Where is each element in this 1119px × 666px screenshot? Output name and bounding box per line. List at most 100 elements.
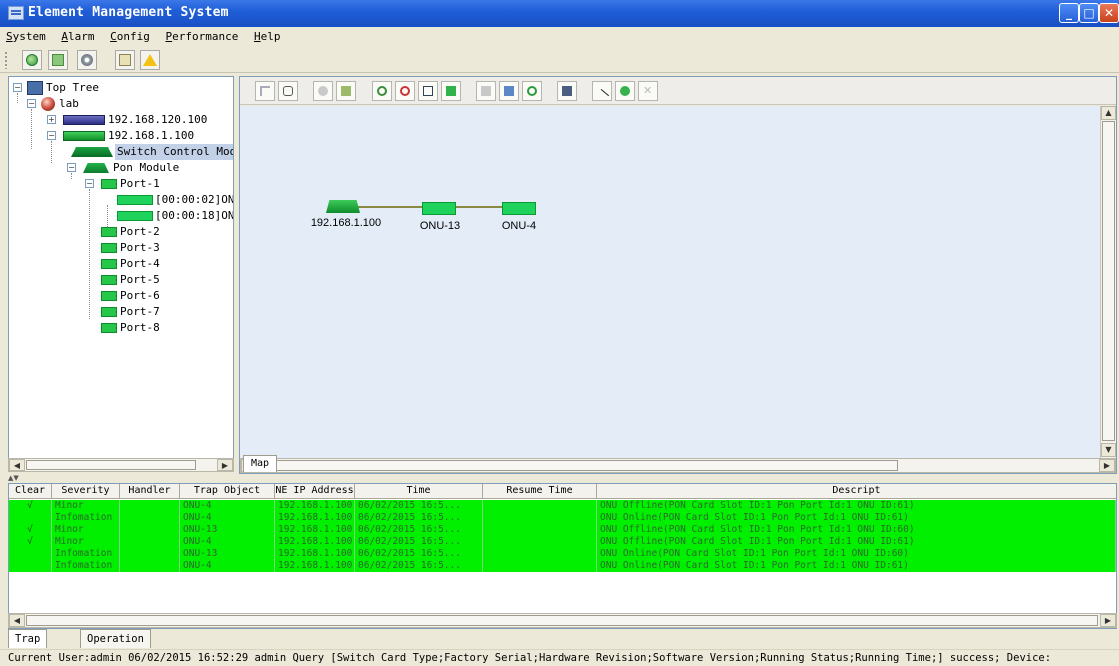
- scroll-left-icon[interactable]: ◀: [9, 459, 25, 471]
- tab-trap-log[interactable]: Trap Log: [8, 629, 48, 663]
- fit-button[interactable]: [441, 81, 461, 101]
- alarm-button[interactable]: [140, 50, 160, 70]
- port-label: Port-4: [120, 257, 160, 270]
- column-header[interactable]: Trap Object: [180, 484, 275, 499]
- table-row[interactable]: √ Minor ONU-13 192.168.1.100 06/02/2015 16:5…: [9, 524, 1116, 536]
- collapse-icon[interactable]: −: [47, 131, 56, 140]
- column-header[interactable]: NE IP Address: [275, 484, 355, 499]
- zoom-100-button[interactable]: [418, 81, 438, 101]
- pon-port-icon: [101, 259, 117, 269]
- ne-ip-cell: 192.168.1.100: [275, 524, 355, 536]
- scroll-right-icon[interactable]: ▶: [1100, 614, 1116, 627]
- maximize-button[interactable]: □: [1079, 3, 1099, 23]
- collapse-icon[interactable]: −: [67, 163, 76, 172]
- scroll-thumb[interactable]: [1102, 121, 1115, 441]
- map-vertical-scrollbar[interactable]: ▲ ▼: [1100, 106, 1116, 458]
- switch-module-icon: [71, 147, 113, 157]
- description-cell: ONU Online(PON Card Slot ID:1 Pon Port I…: [597, 512, 1116, 524]
- scroll-thumb[interactable]: [26, 460, 196, 470]
- map-node-label: ONU-4: [501, 220, 537, 232]
- port-label: Port-6: [120, 289, 160, 302]
- trap-log-table: Clear Severity Handler Trap Object NE IP…: [8, 483, 1117, 629]
- trap-object-cell: ONU-4: [180, 536, 275, 548]
- minimize-button[interactable]: _: [1059, 3, 1079, 23]
- scroll-right-icon[interactable]: ▶: [1099, 459, 1115, 472]
- performance-button[interactable]: [115, 50, 135, 70]
- menu-alarm[interactable]: Alarm: [58, 27, 97, 47]
- scroll-right-icon[interactable]: ▶: [217, 459, 233, 471]
- add-button[interactable]: [615, 81, 635, 101]
- scroll-down-icon[interactable]: ▼: [1101, 443, 1116, 457]
- grid-icon: [341, 86, 351, 96]
- log-horizontal-scrollbar[interactable]: ◀ ▶: [8, 613, 1117, 628]
- zoom-in-button[interactable]: [372, 81, 392, 101]
- column-header[interactable]: Handler: [120, 484, 180, 499]
- topology-button[interactable]: [48, 50, 68, 70]
- trap-object-cell: ONU-4: [180, 500, 275, 512]
- tag-button[interactable]: [476, 81, 496, 101]
- severity-cell: Infomation: [52, 512, 120, 524]
- severity-cell: Infomation: [52, 548, 120, 560]
- scroll-left-icon[interactable]: ◀: [9, 614, 25, 627]
- save-button[interactable]: [499, 81, 519, 101]
- clear-mark: [9, 560, 52, 572]
- table-row[interactable]: √ Minor ONU-4 192.168.1.100 06/02/2015 16:5.…: [9, 536, 1116, 548]
- pon-port-icon: [101, 323, 117, 333]
- zoom-out-button[interactable]: [395, 81, 415, 101]
- zoom-in-icon: [377, 86, 387, 96]
- close-button[interactable]: ✕: [1099, 3, 1119, 23]
- column-header[interactable]: Resume Time: [483, 484, 597, 499]
- tab-operation-log[interactable]: Operation log: [80, 629, 151, 663]
- globe-button[interactable]: [22, 50, 42, 70]
- pon-port-icon: [101, 275, 117, 285]
- title-bar: Element Management System _ □ ✕: [0, 0, 1119, 27]
- column-header[interactable]: Clear: [9, 484, 52, 499]
- delete-button[interactable]: ✕: [638, 81, 658, 101]
- tag-icon: [481, 86, 491, 96]
- collapse-icon[interactable]: −: [13, 83, 22, 92]
- scroll-up-icon[interactable]: ▲: [1101, 106, 1116, 120]
- ne-ip-cell: 192.168.1.100: [275, 536, 355, 548]
- description-cell: ONU Online(PON Card Slot ID:1 Pon Port I…: [597, 548, 1116, 560]
- settings-button[interactable]: [77, 50, 97, 70]
- resume-time-cell: [483, 524, 597, 536]
- tree-horizontal-scrollbar[interactable]: ◀ ▶: [8, 458, 234, 472]
- collapse-icon[interactable]: −: [85, 179, 94, 188]
- time-cell: 06/02/2015 16:5...: [355, 548, 483, 560]
- pan-button[interactable]: [278, 81, 298, 101]
- scroll-thumb[interactable]: [26, 615, 1098, 626]
- toolbar-grip[interactable]: [4, 51, 8, 69]
- device-button[interactable]: [557, 81, 577, 101]
- map-canvas[interactable]: 192.168.1.100 ONU-13 ONU-4: [240, 106, 1100, 458]
- map-horizontal-scrollbar[interactable]: ◀ ▶: [240, 458, 1116, 473]
- port-label: Port-5: [120, 273, 160, 286]
- table-row[interactable]: Infomation ONU-4 192.168.1.100 06/02/2015 1…: [9, 512, 1116, 524]
- tab-map[interactable]: Map: [243, 455, 277, 472]
- add-node-button[interactable]: [313, 81, 333, 101]
- collapse-icon[interactable]: −: [27, 99, 36, 108]
- menu-config[interactable]: Config: [107, 27, 153, 47]
- description-cell: ONU Offline(PON Card Slot ID:1 Pon Port …: [597, 500, 1116, 512]
- table-row[interactable]: Infomation ONU-13 192.168.1.100 06/02/2015 …: [9, 548, 1116, 560]
- table-row[interactable]: Infomation ONU-4 192.168.1.100 06/02/2015 1…: [9, 560, 1116, 572]
- severity-cell: Minor: [52, 500, 120, 512]
- expand-icon[interactable]: +: [47, 115, 56, 124]
- refresh-button[interactable]: [522, 81, 542, 101]
- menu-performance[interactable]: Performance: [163, 27, 242, 47]
- menu-system[interactable]: System: [3, 27, 49, 47]
- column-header[interactable]: Severity: [52, 484, 120, 499]
- draw-line-button[interactable]: [592, 81, 612, 104]
- clear-mark: √: [9, 500, 52, 512]
- trap-object-cell: ONU-13: [180, 548, 275, 560]
- grid-button[interactable]: [336, 81, 356, 101]
- select-button[interactable]: [255, 81, 275, 101]
- splitter-arrow-icon[interactable]: ▲▼: [8, 474, 19, 482]
- table-row[interactable]: √ Minor ONU-4 192.168.1.100 06/02/2015 16:5.…: [9, 500, 1116, 512]
- splitter[interactable]: ▲▼: [0, 474, 1119, 482]
- menu-help[interactable]: Help: [251, 27, 284, 47]
- column-header[interactable]: Time: [355, 484, 483, 499]
- scroll-thumb[interactable]: [258, 460, 898, 471]
- app-icon: [8, 6, 24, 20]
- time-cell: 06/02/2015 16:5...: [355, 524, 483, 536]
- column-header[interactable]: Descript: [597, 484, 1116, 499]
